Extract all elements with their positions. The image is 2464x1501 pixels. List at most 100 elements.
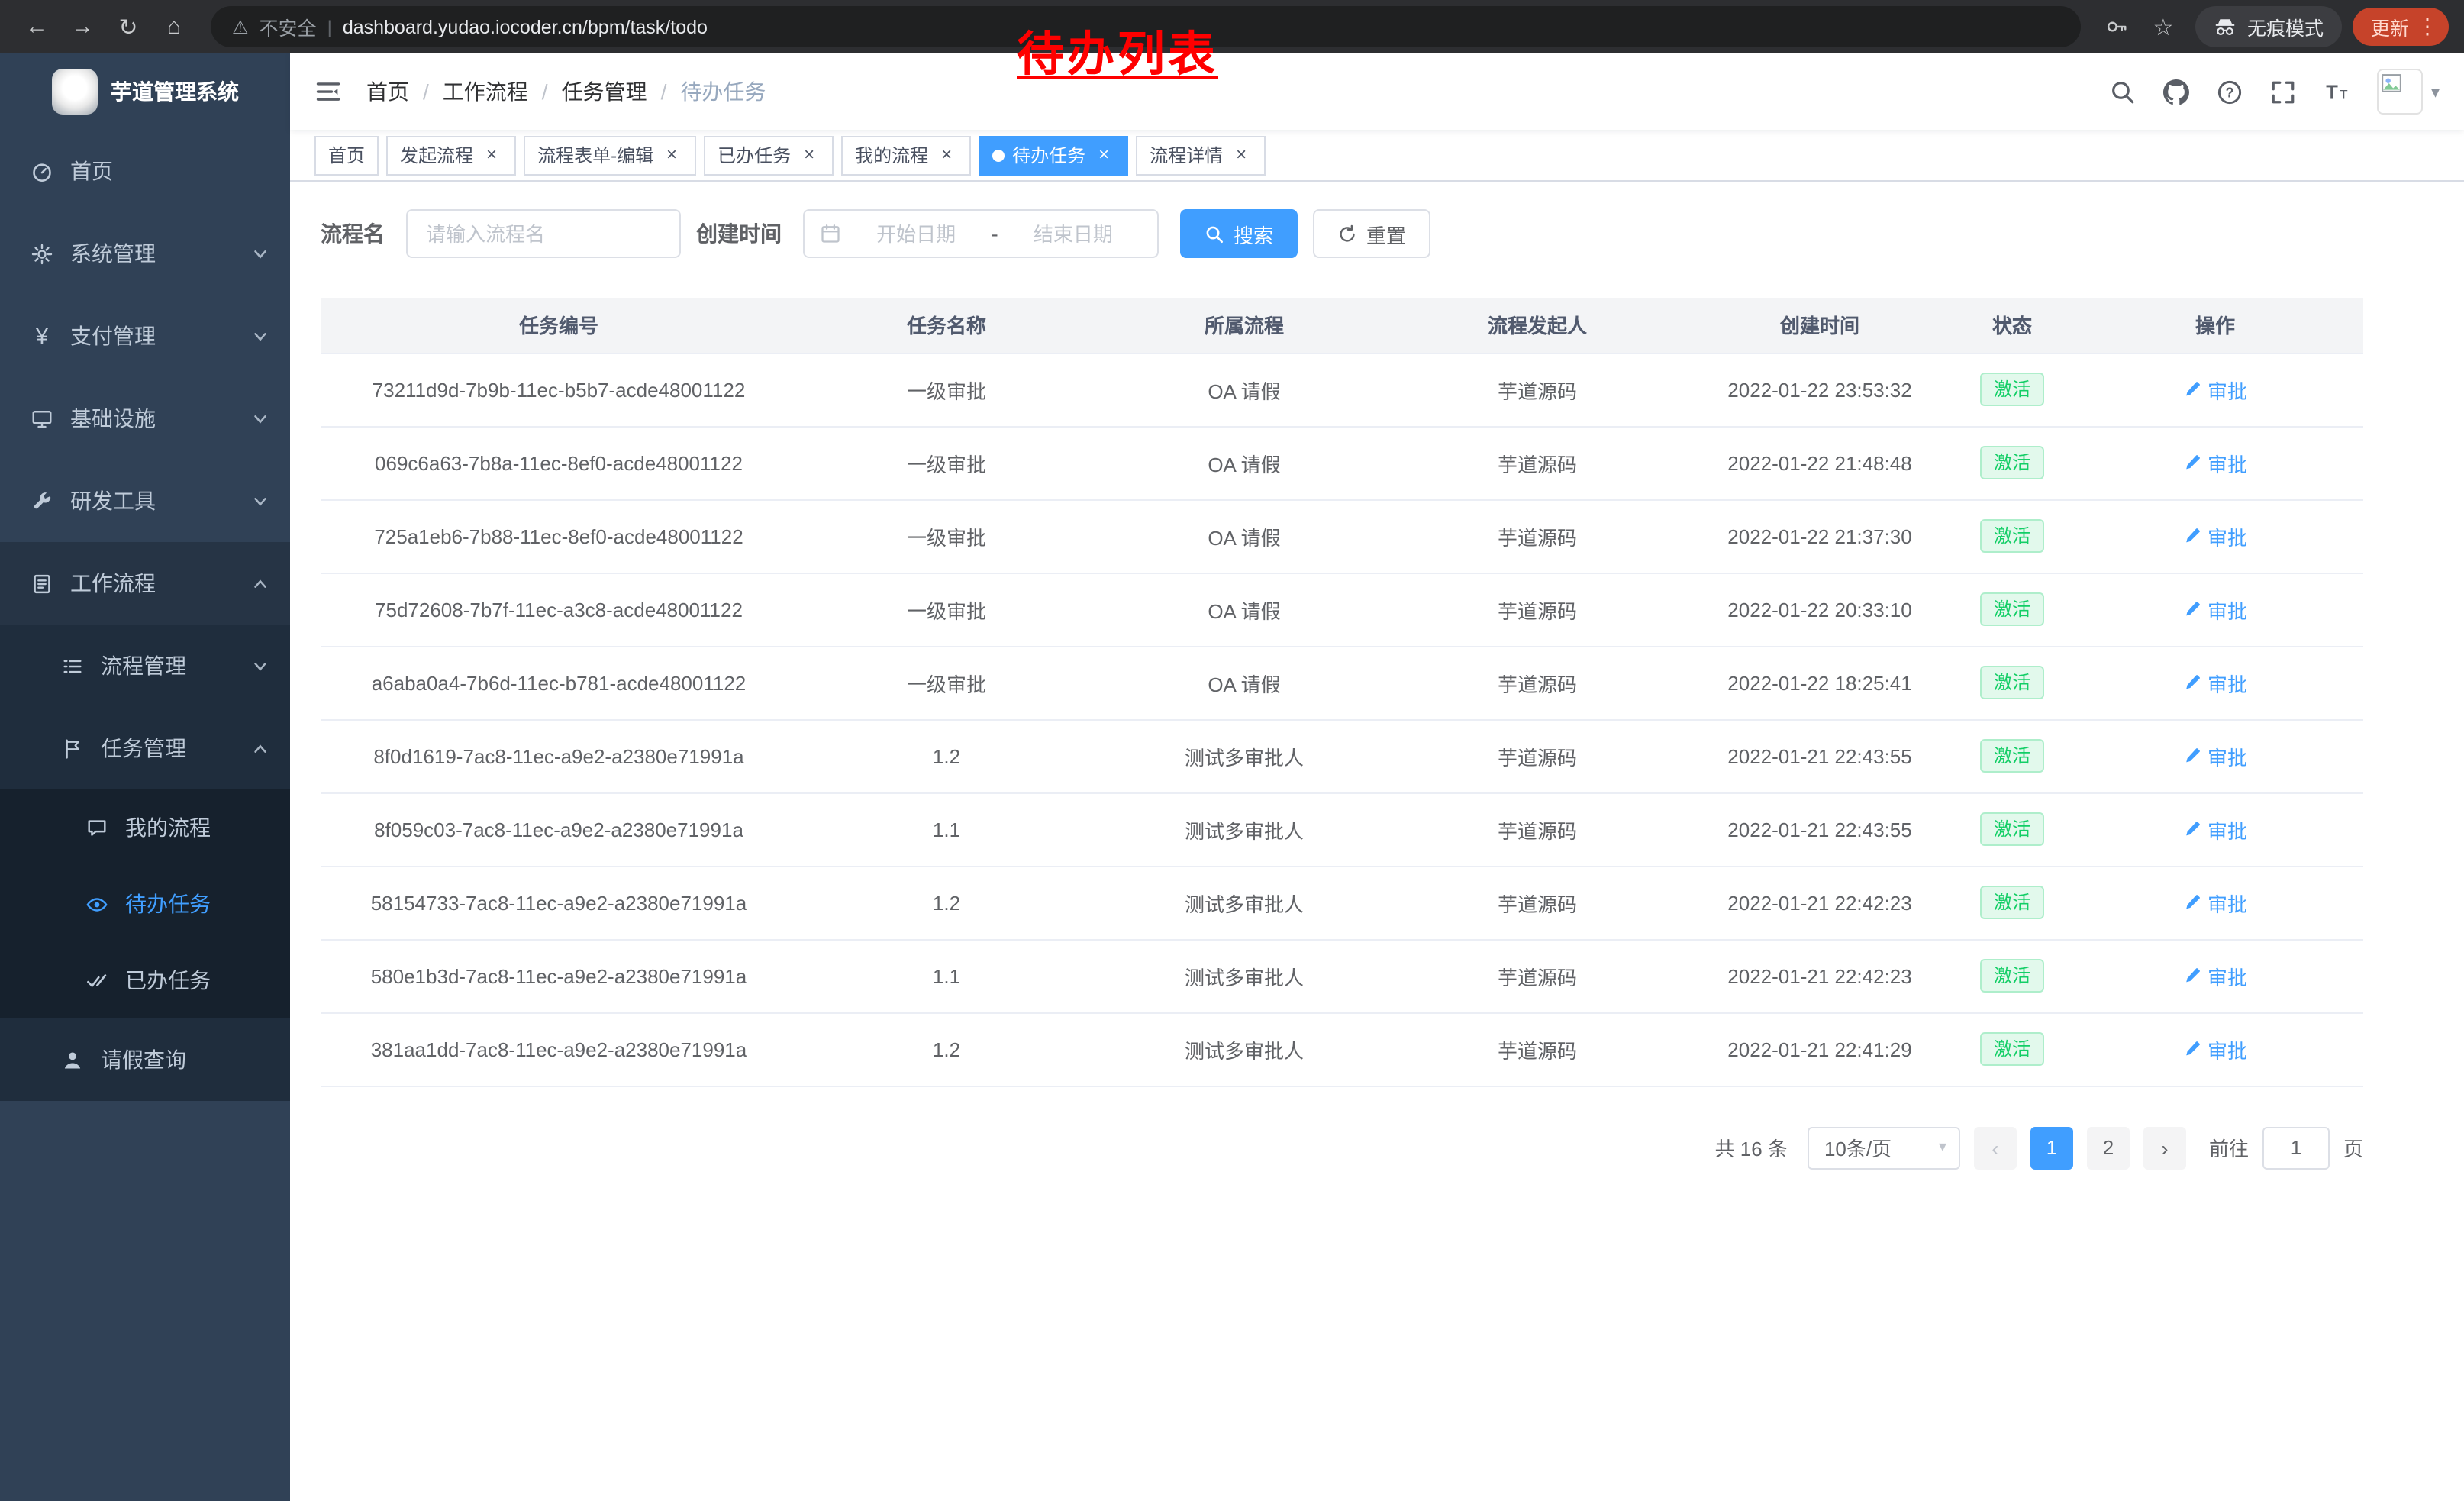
sidebar-item-home[interactable]: 首页 xyxy=(0,130,290,212)
forward-icon[interactable]: → xyxy=(61,5,104,48)
date-range-picker[interactable]: - xyxy=(803,209,1159,258)
user-avatar[interactable]: ▾ xyxy=(2378,69,2440,115)
created-time: 2022-01-21 22:43:55 xyxy=(1682,792,1957,866)
incognito-badge: 无痕模式 xyxy=(2195,6,2342,47)
approve-label: 审批 xyxy=(2208,888,2247,917)
tab-item[interactable]: 已办任务× xyxy=(704,135,834,175)
tab-item[interactable]: 我的流程× xyxy=(841,135,971,175)
approve-link[interactable]: 审批 xyxy=(2183,961,2247,990)
font-size-icon[interactable]: TT xyxy=(2324,79,2350,105)
table-row: a6aba0a4-7b6d-11ec-b781-acde48001122一级审批… xyxy=(321,646,2363,719)
initiator: 芋道源码 xyxy=(1392,866,1682,939)
tab-close-icon[interactable]: × xyxy=(936,144,957,166)
tab-close-icon[interactable]: × xyxy=(661,144,682,166)
approve-link[interactable]: 审批 xyxy=(2183,375,2247,404)
help-icon[interactable]: ? xyxy=(2217,79,2243,105)
table-row: 8f0d1619-7ac8-11ec-a9e2-a2380e71991a1.2测… xyxy=(321,719,2363,792)
pen-icon xyxy=(2183,673,2201,692)
created-time: 2022-01-22 20:33:10 xyxy=(1682,573,1957,646)
pen-icon xyxy=(2183,967,2201,985)
sidebar-item-todo-tasks[interactable]: 待办任务 xyxy=(0,866,290,942)
sidebar-item-task-management[interactable]: 任务管理 xyxy=(0,707,290,789)
reload-icon[interactable]: ↻ xyxy=(107,5,150,48)
tab-item[interactable]: 流程详情 × xyxy=(1136,135,1266,175)
sidebar-item-process-management[interactable]: 流程管理 xyxy=(0,625,290,707)
tab-close-icon[interactable]: × xyxy=(1093,144,1114,166)
sidebar-item-payment[interactable]: ¥ 支付管理 xyxy=(0,295,290,377)
created-time: 2022-01-22 23:53:32 xyxy=(1682,353,1957,426)
status-badge: 激活 xyxy=(1980,1032,2044,1066)
task-table-head-row: 任务编号任务名称所属流程流程发起人创建时间状态操作 xyxy=(321,298,2363,353)
filter-name-label: 流程名 xyxy=(321,218,385,249)
process-name: 测试多审批人 xyxy=(1096,939,1392,1012)
goto-page-input[interactable] xyxy=(2262,1126,2330,1169)
approve-link[interactable]: 审批 xyxy=(2183,1035,2247,1064)
search-icon[interactable] xyxy=(2111,79,2137,105)
task-table: 任务编号任务名称所属流程流程发起人创建时间状态操作 73211d9d-7b9b-… xyxy=(321,298,2363,1086)
approve-link[interactable]: 审批 xyxy=(2183,595,2247,624)
tab-close-icon[interactable]: × xyxy=(1230,144,1252,166)
bookmark-star-icon[interactable]: ☆ xyxy=(2142,5,2185,48)
status-cell: 激活 xyxy=(1957,792,2067,866)
tab-item[interactable]: 待办任务× xyxy=(979,135,1128,175)
menu-dots-icon[interactable]: ⋮ xyxy=(2417,14,2438,40)
app-logo-area[interactable]: 芋道管理系统 xyxy=(0,53,290,130)
back-icon[interactable]: ← xyxy=(15,5,58,48)
page-size-select[interactable]: 10条/页 ▾ xyxy=(1808,1126,1960,1169)
github-icon[interactable] xyxy=(2164,79,2190,105)
end-date-input[interactable] xyxy=(1005,222,1142,245)
created-time: 2022-01-22 21:48:48 xyxy=(1682,426,1957,499)
tab-label: 流程详情 xyxy=(1150,142,1223,168)
annotation-overlay: 待办列表 xyxy=(1017,15,1218,84)
approve-label: 审批 xyxy=(2208,741,2247,770)
reset-button[interactable]: 重置 xyxy=(1313,209,1430,258)
next-page-button[interactable]: › xyxy=(2143,1126,2186,1169)
avatar-image xyxy=(2378,69,2424,115)
prev-page-button[interactable]: ‹ xyxy=(1974,1126,2017,1169)
initiator: 芋道源码 xyxy=(1392,353,1682,426)
page-number-1[interactable]: 1 xyxy=(2030,1126,2073,1169)
sidebar-item-label: 工作流程 xyxy=(70,568,235,599)
breadcrumb-item[interactable]: 工作流程 xyxy=(443,76,528,107)
approve-link[interactable]: 审批 xyxy=(2183,815,2247,844)
tab-close-icon[interactable]: × xyxy=(481,144,502,166)
initiator: 芋道源码 xyxy=(1392,939,1682,1012)
breadcrumb-item[interactable]: 首页 xyxy=(366,76,409,107)
update-button[interactable]: 更新 ⋮ xyxy=(2353,8,2449,46)
sidebar-item-done-tasks[interactable]: 已办任务 xyxy=(0,942,290,1018)
tab-item[interactable]: 流程表单-编辑× xyxy=(524,135,696,175)
approve-link[interactable]: 审批 xyxy=(2183,888,2247,917)
sidebar-item-system[interactable]: 系统管理 xyxy=(0,212,290,295)
sidebar-item-label: 研发工具 xyxy=(70,486,235,516)
created-time: 2022-01-21 22:42:23 xyxy=(1682,866,1957,939)
sidebar-item-infrastructure[interactable]: 基础设施 xyxy=(0,377,290,460)
approve-link[interactable]: 审批 xyxy=(2183,448,2247,477)
status-cell: 激活 xyxy=(1957,573,2067,646)
page-number-2[interactable]: 2 xyxy=(2087,1126,2130,1169)
approve-link[interactable]: 审批 xyxy=(2183,521,2247,550)
initiator: 芋道源码 xyxy=(1392,426,1682,499)
sidebar-item-dev-tools[interactable]: 研发工具 xyxy=(0,460,290,542)
sidebar-toggle-icon[interactable] xyxy=(314,78,342,105)
sidebar-item-my-processes[interactable]: 我的流程 xyxy=(0,789,290,866)
approve-link[interactable]: 审批 xyxy=(2183,668,2247,697)
double-check-icon xyxy=(85,969,108,992)
process-name: OA 请假 xyxy=(1096,426,1392,499)
sidebar-item-leave-query[interactable]: 请假查询 xyxy=(0,1018,290,1101)
approve-link[interactable]: 审批 xyxy=(2183,741,2247,770)
caret-down-icon: ▾ xyxy=(2431,82,2440,102)
chevron-down-icon xyxy=(252,492,269,509)
sidebar-item-label: 请假查询 xyxy=(101,1044,269,1075)
sidebar-item-workflow[interactable]: 工作流程 xyxy=(0,542,290,625)
home-icon[interactable]: ⌂ xyxy=(153,5,195,48)
breadcrumb-item[interactable]: 任务管理 xyxy=(562,76,647,107)
start-date-input[interactable] xyxy=(847,222,985,245)
tab-close-icon[interactable]: × xyxy=(798,144,820,166)
created-time: 2022-01-21 22:43:55 xyxy=(1682,719,1957,792)
key-icon[interactable] xyxy=(2096,5,2139,48)
tab-item[interactable]: 发起流程× xyxy=(386,135,516,175)
process-name-input[interactable] xyxy=(406,209,681,258)
fullscreen-icon[interactable] xyxy=(2271,79,2297,105)
search-button[interactable]: 搜索 xyxy=(1180,209,1298,258)
tab-item[interactable]: 首页 xyxy=(314,135,379,175)
